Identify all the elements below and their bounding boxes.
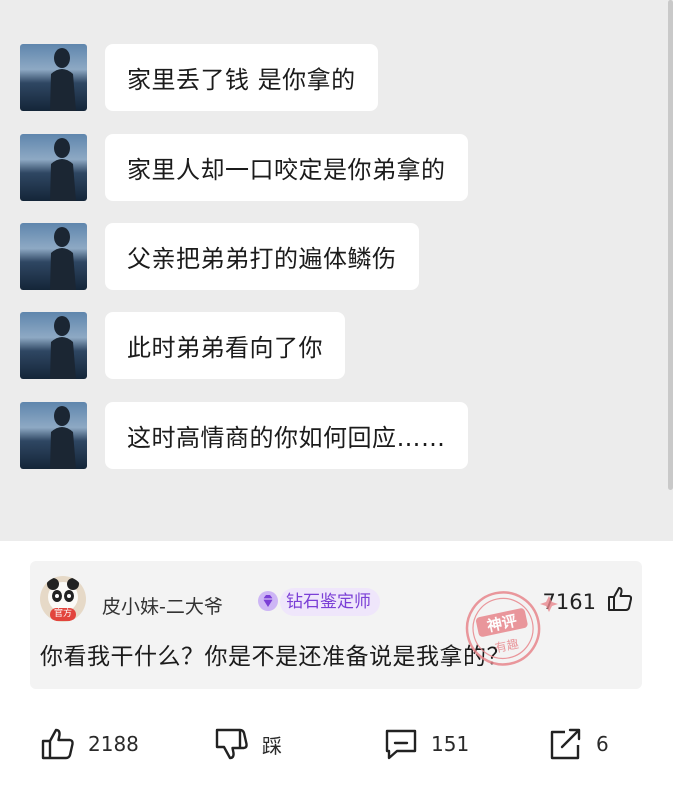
sender-avatar[interactable] <box>20 223 87 290</box>
official-badge: 官方 <box>50 608 76 621</box>
like-count: 2188 <box>88 732 139 756</box>
commenter-avatar[interactable]: 官方 <box>40 576 86 622</box>
sender-avatar[interactable] <box>20 44 87 111</box>
message-bubble: 这时高情商的你如何回应…… <box>105 402 468 469</box>
message-bubble: 父亲把弟弟打的遍体鳞伤 <box>105 223 419 290</box>
sender-avatar[interactable] <box>20 402 87 469</box>
hot-comment-stamp: 神评 有趣 <box>465 591 558 666</box>
chat-area: 家里丢了钱 是你拿的 家里人却一口咬定是你弟拿的 父亲把弟弟打的遍体鳞伤 此时弟… <box>0 0 673 541</box>
message-bubble: 此时弟弟看向了你 <box>105 312 345 379</box>
title-badge[interactable]: 钻石鉴定师 <box>280 588 380 616</box>
scrollbar[interactable] <box>668 0 673 490</box>
share-icon <box>550 728 581 760</box>
share-count: 6 <box>596 732 609 756</box>
chat-message: 家里人却一口咬定是你弟拿的 <box>20 134 468 201</box>
chat-message: 这时高情商的你如何回应…… <box>20 402 468 469</box>
thumbs-up-icon <box>41 728 74 760</box>
comment-count: 151 <box>431 732 470 756</box>
comment-button[interactable]: 151 <box>383 727 469 761</box>
comment-text: 你看我干什么？你是不是还准备说是我拿的？ <box>40 644 510 670</box>
message-bubble: 家里丢了钱 是你拿的 <box>105 44 378 111</box>
sender-avatar[interactable] <box>20 134 87 201</box>
comment-bubble-icon <box>385 729 417 760</box>
action-bar: 2188 踩 151 6 <box>0 715 673 775</box>
stamp-text-sub: 有趣 <box>493 636 520 656</box>
thumbs-down-icon <box>215 728 248 760</box>
chat-message: 父亲把弟弟打的遍体鳞伤 <box>20 223 419 290</box>
thumbs-up-icon[interactable] <box>606 585 634 613</box>
message-bubble: 家里人却一口咬定是你弟拿的 <box>105 134 468 201</box>
sender-avatar[interactable] <box>20 312 87 379</box>
commenter-username[interactable]: 皮小妹-二大爷 <box>102 592 223 619</box>
diamond-badge-icon <box>258 591 278 611</box>
dislike-button[interactable]: 踩 <box>214 727 282 761</box>
sparkle-icon <box>540 596 558 612</box>
dislike-label: 踩 <box>262 733 282 758</box>
like-button[interactable]: 2188 <box>40 727 139 761</box>
chat-message: 此时弟弟看向了你 <box>20 312 345 379</box>
chat-message: 家里丢了钱 是你拿的 <box>20 44 378 111</box>
share-button[interactable]: 6 <box>548 727 609 761</box>
